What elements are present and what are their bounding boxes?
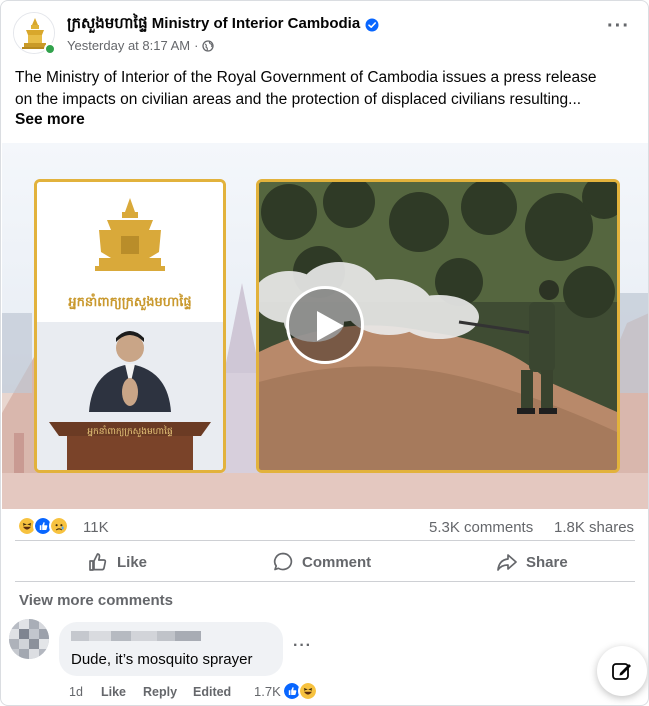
spokesperson-panel: អ្នកនាំពាក្យក្រសួងមហាផ្ទៃ អ្នកនាំពាក្យក្… <box>34 179 226 473</box>
see-more-link[interactable]: See more <box>15 111 85 129</box>
like-button[interactable]: Like <box>87 547 147 577</box>
comment-options-button[interactable]: ··· <box>293 637 312 655</box>
page-name-row: ក្រសួងមហាផ្ទៃ Ministry of Interior Cambo… <box>67 14 379 36</box>
reaction-icons[interactable] <box>17 516 69 536</box>
comment-button[interactable]: Comment <box>272 547 371 577</box>
commenter-avatar[interactable] <box>9 619 49 659</box>
post-meta: Yesterday at 8:17 AM · <box>67 38 215 53</box>
sad-reaction-icon <box>49 516 69 536</box>
comment-reply-button[interactable]: Reply <box>143 685 177 699</box>
compose-edit-icon <box>612 663 631 680</box>
online-status-dot <box>44 43 56 55</box>
spokesperson-banner-text: អ្នកនាំពាក្យក្រសួងមហាផ្ទៃ <box>67 293 191 311</box>
comment-bubble[interactable]: Dude, it’s mosquito sprayer <box>59 622 283 676</box>
comment-age[interactable]: 1d <box>69 685 83 699</box>
comment-label: Comment <box>302 553 372 571</box>
play-icon <box>317 311 344 341</box>
shares-count[interactable]: 1.8K shares <box>554 519 634 536</box>
blurred-avatar-graphic <box>9 619 49 659</box>
post-options-button[interactable]: ··· <box>607 16 630 36</box>
meta-separator: · <box>194 38 199 53</box>
stats-divider <box>15 540 635 541</box>
post-text-line-2: on the impacts on civilian areas and the… <box>15 91 582 108</box>
post-text-line-1: The Ministry of Interior of the Royal Go… <box>15 69 597 86</box>
view-more-comments-link[interactable]: View more comments <box>19 592 173 609</box>
thumbs-up-icon <box>89 553 107 571</box>
share-arrow-icon <box>497 554 517 571</box>
comments-count[interactable]: 5.3K comments <box>429 519 533 536</box>
post-video[interactable]: អ្នកនាំពាក្យក្រសួងមហាផ្ទៃ អ្នកនាំពាក្យក្… <box>2 143 648 509</box>
post-text: The Ministry of Interior of the Royal Go… <box>15 67 635 111</box>
comment-reaction-icons[interactable] <box>282 681 318 701</box>
page-name[interactable]: ក្រសួងមហាផ្ទៃ Ministry of Interior Cambo… <box>67 14 360 36</box>
share-button[interactable]: Share <box>496 547 568 577</box>
verified-badge-icon <box>365 18 379 32</box>
like-label: Like <box>117 553 148 571</box>
actions-divider <box>15 581 635 582</box>
podium-text: អ្នកនាំពាក្យក្រសួងមហាផ្ទៃ <box>87 425 172 437</box>
play-button[interactable] <box>286 286 364 364</box>
spokesperson-graphic: អ្នកនាំពាក្យក្រសួងមហាផ្ទៃ អ្នកនាំពាក្យក្… <box>37 182 223 470</box>
comment-reaction-count[interactable]: 1.7K <box>254 684 281 699</box>
comment-edited-label: Edited <box>193 685 232 699</box>
comment-bubble-icon <box>273 552 293 571</box>
post-timestamp[interactable]: Yesterday at 8:17 AM <box>67 38 190 53</box>
share-label: Share <box>526 553 568 571</box>
comment-text: Dude, it’s mosquito sprayer <box>71 651 253 668</box>
globe-icon[interactable] <box>202 39 215 52</box>
blurred-commenter-name <box>71 631 201 641</box>
post-card: ក្រសួងមហាផ្ទៃ Ministry of Interior Cambo… <box>0 0 649 706</box>
comment-like-button[interactable]: Like <box>101 685 126 699</box>
haha-reaction-icon <box>298 681 318 701</box>
new-message-button[interactable] <box>597 646 647 696</box>
reaction-count[interactable]: 11K <box>83 519 109 536</box>
